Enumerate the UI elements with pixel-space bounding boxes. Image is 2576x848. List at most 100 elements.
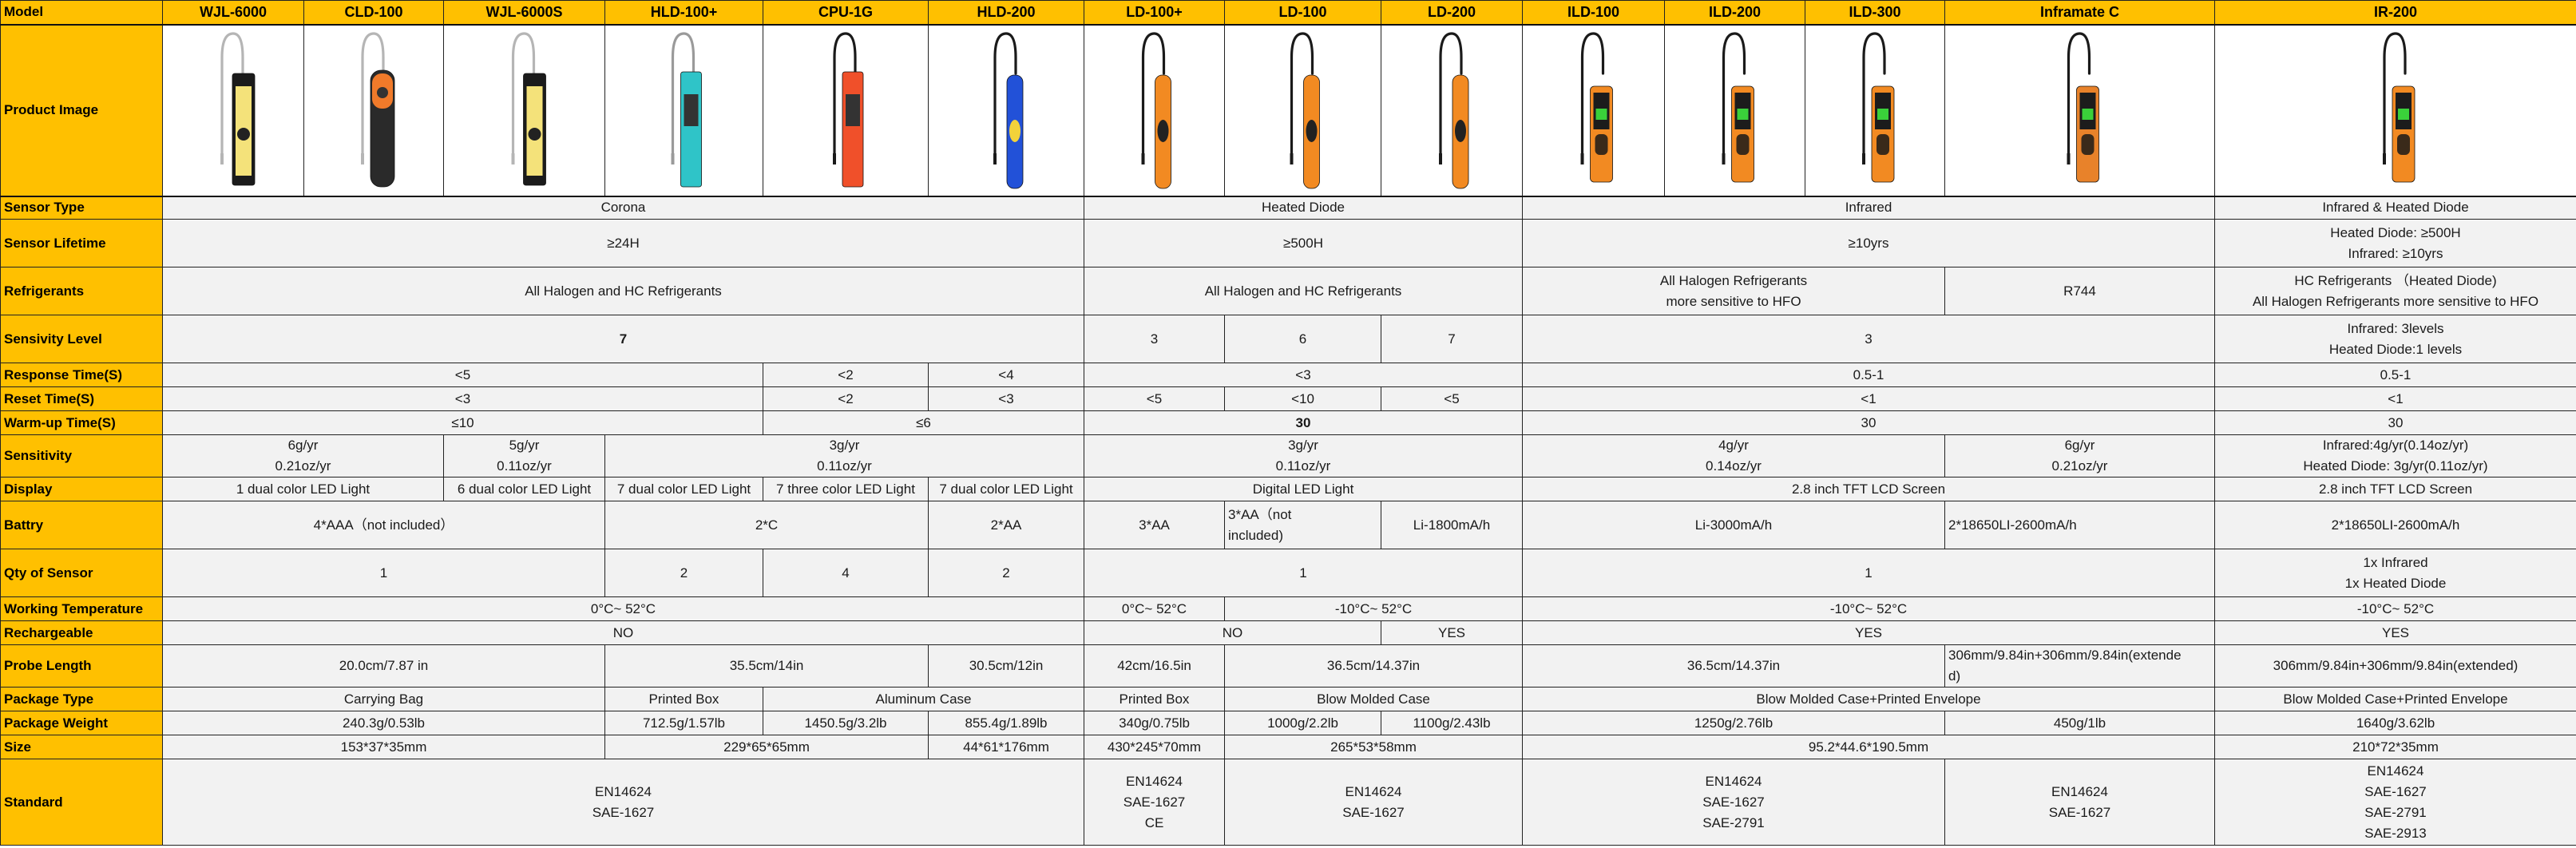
leak-detector-image xyxy=(1946,26,2214,195)
spec-value-cell: 153*37*35mm xyxy=(162,735,605,759)
spec-value-line: Printed Box xyxy=(648,691,719,707)
spec-value-cell: 306mm/9.84in+306mm/9.84in(extende d) xyxy=(1944,644,2215,688)
leak-detector-image xyxy=(1806,26,1944,195)
leak-detector-image xyxy=(1666,26,1805,195)
spec-value-line: EN14624 xyxy=(1345,783,1402,799)
spec-value-cell: 4 xyxy=(763,549,929,597)
spec-value-line: 430*245*70mm xyxy=(1107,739,1202,755)
spec-value-cell: 35.5cm/14in xyxy=(604,644,929,688)
spec-value-line: Blow Molded Case+Printed Envelope xyxy=(2283,691,2508,707)
spec-value-line: 2*18650LI-2600mA/h xyxy=(2331,517,2460,533)
row-label: Response Time(S) xyxy=(0,363,163,387)
spec-value-line: 1450.5g/3.2lb xyxy=(804,715,887,731)
spec-value-line: Heated Diode:1 levels xyxy=(2328,341,2463,357)
row-label: Package Weight xyxy=(0,711,163,735)
spec-value-cell: 3*AA（not included) xyxy=(1224,501,1381,549)
model-header-cld-100: CLD-100 xyxy=(303,0,444,26)
spec-value-line: -10°C~ 52°C xyxy=(1829,600,1908,616)
spec-value-line: NO xyxy=(612,624,634,640)
spec-value-cell: YES xyxy=(1381,620,1523,645)
model-header-ld-200: LD-200 xyxy=(1381,0,1523,26)
spec-value-line: 306mm/9.84in+306mm/9.84in(extende xyxy=(1948,648,2182,663)
spec-row-refrigerants: Refrigerants All Halogen and HC Refrigera… xyxy=(0,267,2576,315)
spec-value-line: 4 xyxy=(842,565,850,581)
row-label: Reset Time(S) xyxy=(0,386,163,411)
spec-row-working-temperature: Working Temperature 0°C~ 52°C 0°C~ 52°C -10… xyxy=(0,596,2576,621)
product-image-cell xyxy=(162,24,304,197)
spec-value-line: ≤6 xyxy=(916,414,931,430)
row-label: Size xyxy=(0,735,163,759)
spec-value-line: 210*72*35mm xyxy=(2352,739,2439,755)
spec-value-line: YES xyxy=(2381,624,2410,640)
spec-value-line: 36.5cm/14.37in xyxy=(1326,658,1421,673)
leak-detector-image xyxy=(764,26,928,195)
spec-value-cell: 210*72*35mm xyxy=(2214,735,2576,759)
spec-value-line: <5 xyxy=(1444,390,1460,406)
spec-value-cell: 2.8 inch TFT LCD Screen xyxy=(1522,477,2215,501)
model-header-ild-200: ILD-200 xyxy=(1664,0,1805,26)
spec-value-line: 2*C xyxy=(755,517,779,533)
spec-value-cell: 1 dual color LED Light xyxy=(162,477,444,501)
spec-value-cell: 1x Infrared 1x Heated Diode xyxy=(2214,549,2576,597)
spec-value-cell: 30 xyxy=(1522,410,2215,435)
spec-value-line: Li-3000mA/h xyxy=(1694,517,1773,533)
spec-value-line: <10 xyxy=(1291,390,1314,406)
spec-value-line: 340g/0.75lb xyxy=(1119,715,1190,731)
spec-value-cell: Infrared xyxy=(1522,196,2215,220)
spec-value-line: 2.8 inch TFT LCD Screen xyxy=(2318,481,2473,497)
spec-value-cell: -10°C~ 52°C xyxy=(2214,596,2576,621)
spec-value-cell: <1 xyxy=(2214,386,2576,411)
spec-value-cell: All Halogen and HC Refrigerants xyxy=(162,267,1084,315)
spec-value-line: <3 xyxy=(454,390,471,406)
spec-value-line: 1 xyxy=(379,565,388,581)
spec-value-cell: 1 xyxy=(1522,549,2215,597)
spec-value-cell: 3*AA xyxy=(1084,501,1225,549)
row-label: Standard xyxy=(0,759,163,846)
spec-value-cell: -10°C~ 52°C xyxy=(1522,596,2215,621)
spec-value-cell: <10 xyxy=(1224,386,1381,411)
spec-value-line: YES xyxy=(1437,624,1466,640)
leak-detector-illustration xyxy=(1580,31,1613,182)
spec-value-line: 1100g/2.43lb xyxy=(1413,715,1491,731)
row-label: Rechargeable xyxy=(0,620,163,645)
spec-value-line: 1640g/3.62lb xyxy=(2356,715,2435,731)
spec-value-cell: 0.5-1 xyxy=(2214,363,2576,387)
spec-value-cell: Corona xyxy=(162,196,1084,220)
spec-value-cell: 7 xyxy=(1381,315,1523,363)
spec-value-cell: 95.2*44.6*190.5mm xyxy=(1522,735,2215,759)
product-image-cell xyxy=(763,24,929,197)
spec-value-line: 0.11oz/yr xyxy=(1275,458,1331,474)
spec-value-line: 0.14oz/yr xyxy=(1706,458,1762,474)
spec-value-line: d) xyxy=(1948,668,1961,684)
spec-value-cell: 20.0cm/7.87 in xyxy=(162,644,605,688)
spec-value-cell: 36.5cm/14.37in xyxy=(1522,644,1945,688)
product-image-cell xyxy=(1805,24,1945,197)
header-row: Model WJL-6000 CLD-100 WJL-6000S HLD-100+ CP… xyxy=(0,0,2576,26)
spec-value-line: <4 xyxy=(998,367,1014,382)
spec-value-line: 0.21oz/yr xyxy=(275,458,331,474)
spec-value-line: 3g/yr xyxy=(1288,438,1318,453)
leak-detector-illustration xyxy=(833,31,864,187)
spec-value-line: Heated Diode: ≥500H xyxy=(2330,224,2461,240)
spec-value-line: 1x Heated Diode xyxy=(2344,575,2447,591)
model-header-hld-100: HLD-100+ xyxy=(604,0,763,26)
spec-value-cell: EN14624 SAE-1627 xyxy=(1944,759,2215,846)
spec-value-cell: 1100g/2.43lb xyxy=(1381,711,1523,735)
product-image-cell xyxy=(1381,24,1523,197)
spec-value-cell: 2*18650LI-2600mA/h xyxy=(1944,501,2215,549)
spec-value-line: 3 xyxy=(1150,331,1159,347)
spec-value-cell: R744 xyxy=(1944,267,2215,315)
spec-value-line: 2*AA xyxy=(990,517,1022,533)
spec-value-cell: 0°C~ 52°C xyxy=(1084,596,1225,621)
spec-value-cell: 44*61*176mm xyxy=(928,735,1084,759)
leak-detector-image xyxy=(164,26,303,195)
spec-value-cell: 30.5cm/12in xyxy=(928,644,1084,688)
row-label: Warm-up Time(S) xyxy=(0,410,163,435)
spec-value-line: 7 three color LED Light xyxy=(776,481,915,497)
spec-value-cell: ≤10 xyxy=(162,410,763,435)
spec-value-cell: 1 xyxy=(1084,549,1523,597)
spec-row-standard: Standard EN14624 SAE-1627 EN14624 SAE-1627 CE… xyxy=(0,759,2576,846)
spec-row-sensor-lifetime: Sensor Lifetime ≥24H ≥500H ≥10yrs Heated Dio… xyxy=(0,219,2576,267)
leak-detector-illustration xyxy=(993,31,1024,188)
spec-value-cell: 712.5g/1.57lb xyxy=(604,711,763,735)
